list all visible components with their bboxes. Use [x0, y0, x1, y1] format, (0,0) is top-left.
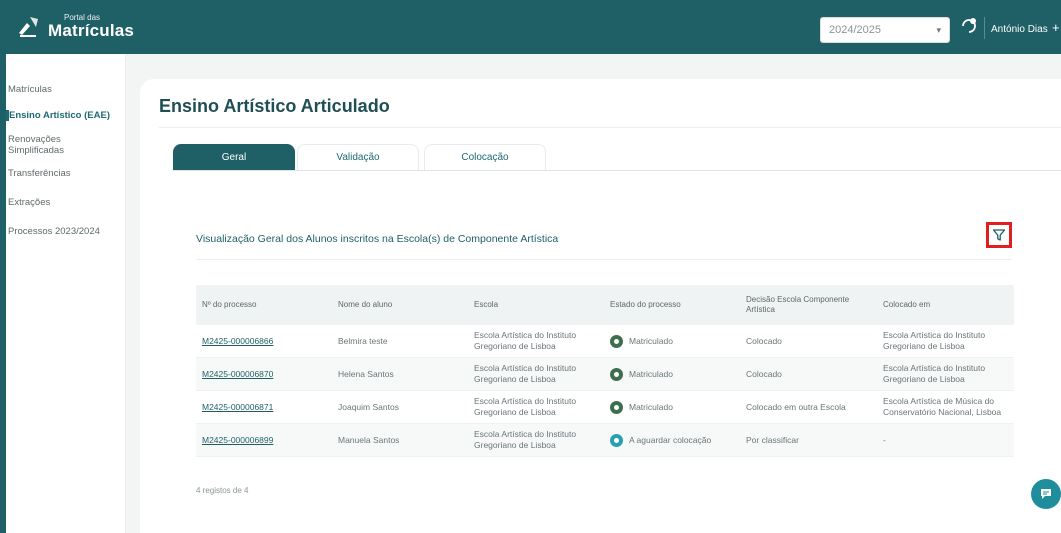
decision: Colocado — [746, 368, 782, 379]
chevron-down-icon: ▾ — [936, 24, 941, 35]
title-divider — [159, 127, 1061, 128]
placed-in: - — [883, 434, 886, 445]
records-count: 4 registos de 4 — [196, 486, 249, 495]
status-label: A aguardar colocação — [629, 434, 712, 445]
sidebar-item-matriculas[interactable]: Matrículas — [6, 84, 126, 95]
tab-validacao[interactable]: Validação — [297, 144, 419, 170]
table-header: Nº do processo Nome do aluno Escola Esta… — [196, 285, 1014, 325]
placed-in: Escola Artística do Instituto Gregoriano… — [883, 363, 986, 384]
page-title: Ensino Artístico Articulado — [159, 96, 390, 116]
user-name[interactable]: António Dias — [991, 24, 1048, 35]
school-name: Escola Artística do Instituto Gregoriano… — [474, 363, 577, 384]
decision: Colocado em outra Escola — [746, 401, 846, 412]
status-label: Matriculado — [629, 335, 673, 346]
sidebar-item-extracoes[interactable]: Extrações — [6, 197, 126, 208]
brand-subtitle: Portal das — [64, 12, 101, 22]
process-link[interactable]: M2425-000006899 — [202, 435, 273, 445]
process-link[interactable]: M2425-000006871 — [202, 402, 273, 412]
process-status: Matriculado — [604, 334, 740, 348]
column-header-school[interactable]: Escola — [468, 300, 604, 310]
filter-button[interactable] — [986, 222, 1012, 248]
column-header-name[interactable]: Nome do aluno — [332, 300, 468, 310]
column-header-decision[interactable]: Decisão Escola Componente Artística — [740, 295, 877, 315]
decision: Colocado — [746, 335, 782, 346]
sidebar-item-processos[interactable]: Processos 2023/2024 — [6, 226, 126, 237]
column-header-process[interactable]: Nº do processo — [196, 300, 332, 310]
column-header-placed[interactable]: Colocado em — [877, 300, 1014, 310]
filter-icon — [992, 229, 1006, 241]
school-year-value: 2024/2025 — [829, 24, 881, 36]
decision: Por classificar — [746, 434, 799, 445]
school-year-select[interactable]: 2024/2025 ▾ — [820, 17, 950, 43]
chat-button[interactable] — [1031, 479, 1061, 509]
student-name: Helena Santos — [338, 368, 394, 379]
table-row: M2425-000006870 Helena Santos Escola Art… — [196, 358, 1014, 391]
process-status: Matriculado — [604, 400, 740, 414]
table-row: M2425-000006899 Manuela Santos Escola Ar… — [196, 424, 1014, 457]
status-label: Matriculado — [629, 368, 673, 379]
add-icon[interactable]: + — [1052, 20, 1060, 35]
section-divider — [196, 259, 1012, 260]
status-label: Matriculado — [629, 401, 673, 412]
refresh-user-icon[interactable] — [960, 17, 978, 35]
school-name: Escola Artística do Instituto Gregoriano… — [474, 396, 577, 417]
status-dot-icon — [610, 367, 623, 381]
section-title: Visualização Geral dos Alunos inscritos … — [196, 233, 559, 245]
process-status: A aguardar colocação — [604, 433, 740, 447]
student-name: Joaquim Santos — [338, 401, 399, 412]
header-divider — [984, 17, 985, 39]
tabs-divider — [173, 170, 1061, 171]
tab-colocacao[interactable]: Colocação — [424, 144, 546, 170]
status-dot-icon — [610, 400, 623, 414]
students-table: Nº do processo Nome do aluno Escola Esta… — [196, 285, 1014, 457]
student-name: Belmira teste — [338, 335, 388, 346]
process-link[interactable]: M2425-000006866 — [202, 336, 273, 346]
sidebar-item-ensino-artistico[interactable]: Ensino Artístico (EAE) — [6, 110, 126, 121]
brand-logo[interactable]: Portal das Matrículas — [16, 13, 134, 39]
column-header-status[interactable]: Estado do processo — [604, 300, 740, 310]
tab-geral[interactable]: Geral — [173, 144, 295, 170]
process-link[interactable]: M2425-000006870 — [202, 369, 273, 379]
sidebar-item-transferencias[interactable]: Transferências — [6, 168, 126, 179]
top-bar: Portal das Matrículas 2024/2025 ▾ Antóni… — [0, 0, 1061, 533]
table-row: M2425-000006871 Joaquim Santos Escola Ar… — [196, 391, 1014, 424]
student-name: Manuela Santos — [338, 434, 400, 445]
pencil-book-logo-icon — [16, 13, 42, 39]
school-name: Escola Artística do Instituto Gregoriano… — [474, 330, 577, 351]
process-status: Matriculado — [604, 367, 740, 381]
sidebar: Matrículas Ensino Artístico (EAE) Renova… — [6, 54, 126, 533]
placed-in: Escola Artística do Instituto Gregoriano… — [883, 330, 986, 351]
school-name: Escola Artística do Instituto Gregoriano… — [474, 429, 577, 450]
table-row: M2425-000006866 Belmira teste Escola Art… — [196, 325, 1014, 358]
status-dot-icon — [610, 433, 623, 447]
placed-in: Escola Artística de Música do Conservató… — [883, 396, 1002, 417]
sidebar-item-renovacoes[interactable]: Renovações Simplificadas — [6, 134, 86, 156]
brand-title: Matrículas — [48, 20, 135, 40]
status-dot-icon — [610, 334, 623, 348]
chat-icon — [1041, 489, 1051, 499]
